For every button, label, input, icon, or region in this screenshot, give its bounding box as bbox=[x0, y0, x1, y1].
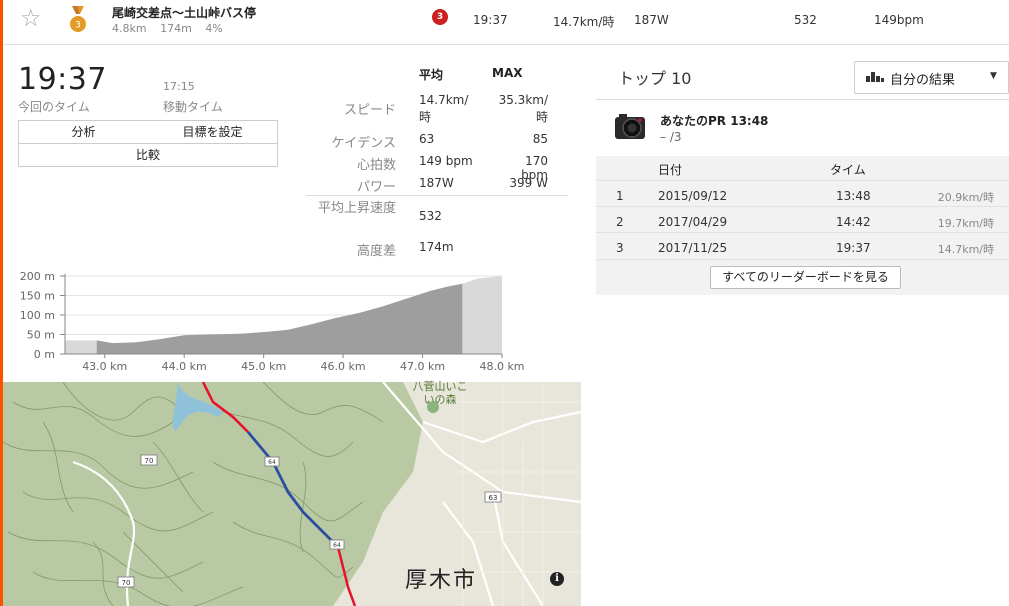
camera-icon bbox=[615, 114, 645, 139]
route-map[interactable]: 70 70 63 64 64 bbox=[3, 382, 581, 606]
row-1-time: 13:48 bbox=[836, 189, 871, 203]
col-header-date: 日付 bbox=[658, 163, 683, 177]
x-tick-label: 45.0 km bbox=[241, 360, 286, 373]
route-64-badge-2: 64 bbox=[333, 542, 341, 549]
y-tick-label: 200 m bbox=[20, 270, 55, 283]
stat-max-speed: 35.3km/時 bbox=[498, 93, 548, 124]
segment-speed: 14.7km/時 bbox=[553, 15, 615, 29]
y-tick-label: 100 m bbox=[20, 309, 55, 322]
segment-grade: 4% bbox=[205, 22, 223, 35]
map-info-icon[interactable]: i bbox=[550, 572, 564, 586]
row-2-date[interactable]: 2017/04/29 bbox=[658, 215, 727, 229]
row-1-date[interactable]: 2015/09/12 bbox=[658, 189, 727, 203]
stat-avg-speed: 14.7km/時 bbox=[419, 93, 469, 124]
stats-head-max: MAX bbox=[492, 66, 523, 80]
col-header-time: タイム bbox=[830, 163, 866, 177]
rank-badge: 3 bbox=[432, 9, 448, 25]
x-tick-label: 44.0 km bbox=[162, 360, 207, 373]
stat-avg-vam: 532 bbox=[419, 209, 442, 223]
route-70-badge: 70 bbox=[145, 457, 154, 465]
row-divider bbox=[596, 259, 1009, 260]
stat-avg-cadence: 63 bbox=[419, 132, 435, 146]
segment-vam: 532 bbox=[794, 13, 817, 27]
segment-power: 187W bbox=[634, 13, 669, 27]
row-divider bbox=[596, 232, 1009, 233]
stat-label-speed: スピード bbox=[343, 103, 396, 118]
row-1-rank: 1 bbox=[616, 189, 624, 203]
pr-title: あなたのPR 13:48 bbox=[660, 114, 769, 128]
y-tick-label: 150 m bbox=[20, 290, 55, 303]
medal-icon: 3 bbox=[70, 6, 86, 32]
stat-label-heart-rate: 心拍数 bbox=[356, 158, 396, 173]
row-divider bbox=[596, 206, 1009, 207]
stat-max-cadence: 85 bbox=[532, 132, 548, 146]
row-divider bbox=[596, 180, 1009, 181]
view-all-leaderboards-button[interactable]: すべてのリーダーボードを見る bbox=[710, 266, 901, 289]
segment-name[interactable]: 尾崎交差点～土山峠バス停 bbox=[112, 4, 256, 21]
moving-time: 17:15 bbox=[163, 80, 195, 93]
elapsed-time-label: 今回のタイム bbox=[18, 100, 90, 114]
stat-label-power: パワー bbox=[356, 180, 396, 195]
map-label-forest: 八菅山いこいの森 bbox=[412, 380, 468, 406]
stats-head-avg: 平均 bbox=[419, 68, 444, 82]
row-2-speed: 19.7km/時 bbox=[937, 217, 994, 230]
row-3-rank: 3 bbox=[616, 241, 624, 255]
row-2-rank: 2 bbox=[616, 215, 624, 229]
stat-label-elevation: 高度差 bbox=[356, 244, 396, 259]
route-70-badge-south: 70 bbox=[122, 579, 131, 587]
segment-distance: 4.8km bbox=[112, 22, 147, 35]
set-goal-button[interactable]: 目標を設定 bbox=[148, 121, 277, 143]
leaderboard-filter-value: 自分の結果 bbox=[890, 73, 956, 88]
y-tick-label: 0 m bbox=[34, 348, 55, 361]
star-icon[interactable]: ☆ bbox=[20, 6, 42, 30]
segment-heart-rate: 149bpm bbox=[874, 13, 924, 27]
x-tick-label: 46.0 km bbox=[321, 360, 366, 373]
stat-label-cadence: ケイデンス bbox=[331, 136, 396, 151]
elapsed-time: 19:37 bbox=[18, 62, 107, 97]
leaderboard-title: トップ 10 bbox=[618, 69, 692, 88]
stats-divider bbox=[306, 195, 568, 196]
x-tick-label: 47.0 km bbox=[400, 360, 445, 373]
row-2-time: 14:42 bbox=[836, 215, 871, 229]
pr-box bbox=[596, 99, 1009, 156]
row-3-time: 19:37 bbox=[836, 241, 871, 255]
stat-avg-heart-rate: 149 bpm bbox=[419, 154, 473, 168]
y-tick-label: 50 m bbox=[27, 329, 55, 342]
route-63-badge: 63 bbox=[489, 494, 498, 502]
medal-rank: 3 bbox=[75, 21, 81, 31]
row-1-speed: 20.9km/時 bbox=[937, 191, 994, 204]
stat-avg-power: 187W bbox=[419, 176, 454, 190]
row-3-date[interactable]: 2017/11/25 bbox=[658, 241, 727, 255]
compare-button[interactable]: 比較 bbox=[19, 144, 277, 166]
chevron-down-icon: ▼ bbox=[990, 71, 997, 81]
row-3-speed: 14.7km/時 bbox=[937, 243, 994, 256]
stat-label-vam: 平均上昇速度 bbox=[317, 201, 396, 216]
segment-meta: 4.8km 174m 4% bbox=[112, 22, 233, 35]
elevation-chart[interactable]: 200 m 150 m 100 m 50 m 0 m 43.0 km 44.0 km 45.0… bbox=[10, 264, 530, 380]
moving-time-label: 移動タイム bbox=[163, 100, 223, 114]
stat-avg-elevation: 174m bbox=[419, 240, 454, 254]
pr-subtitle: – /3 bbox=[660, 130, 682, 144]
segment-time: 19:37 bbox=[473, 13, 508, 27]
route-64-badge: 64 bbox=[268, 459, 276, 466]
x-tick-label: 43.0 km bbox=[82, 360, 127, 373]
map-label-city: 厚木市 bbox=[405, 568, 478, 593]
bar-chart-icon bbox=[866, 72, 884, 82]
analysis-button[interactable]: 分析 bbox=[19, 121, 148, 143]
action-buttons: 分析 目標を設定 比較 bbox=[18, 120, 278, 167]
x-tick-label: 48.0 km bbox=[479, 360, 524, 373]
stat-max-power: 399 W bbox=[509, 176, 548, 190]
segment-elevation: 174m bbox=[160, 22, 192, 35]
